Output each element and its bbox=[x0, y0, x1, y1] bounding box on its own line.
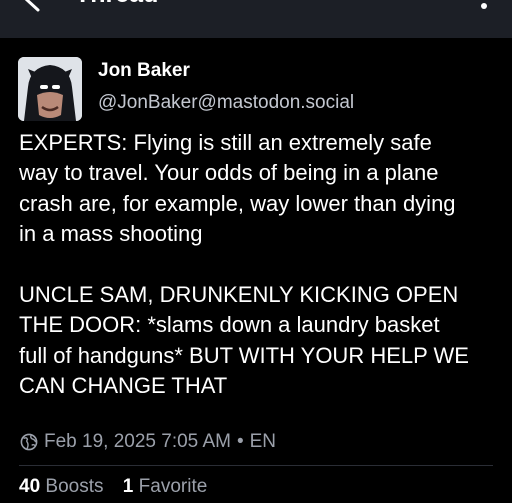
boosts-count: 40 bbox=[19, 476, 41, 497]
globe-icon bbox=[20, 433, 38, 451]
avatar[interactable] bbox=[18, 57, 82, 121]
boosts-link[interactable]: 40 Boosts bbox=[19, 476, 104, 497]
favorites-label: Favorite bbox=[138, 476, 208, 497]
page-title: Thread bbox=[75, 0, 158, 9]
avatar-image bbox=[18, 57, 82, 121]
author-display-name[interactable]: Jon Baker bbox=[98, 60, 190, 82]
post-stats: 40 Boosts 1 Favorite bbox=[19, 476, 207, 498]
favorites-count: 1 bbox=[122, 476, 134, 497]
arrow-left-icon[interactable] bbox=[22, 0, 44, 12]
post-timestamp[interactable]: Feb 19, 2025 7:05 AM bbox=[44, 431, 231, 453]
boosts-label: Boosts bbox=[45, 476, 104, 497]
favorites-link[interactable]: 1 Favorite bbox=[123, 476, 208, 497]
post-text: EXPERTS: Flying is still an extremely sa… bbox=[19, 130, 469, 399]
divider bbox=[19, 465, 493, 466]
author-handle[interactable]: @JonBaker@mastodon.social bbox=[98, 92, 354, 114]
post-language: EN bbox=[249, 431, 277, 452]
meta-separator: • bbox=[236, 431, 244, 452]
more-vertical-icon[interactable] bbox=[478, 0, 490, 12]
post-meta: Feb 19, 2025 7:05 AM • EN bbox=[20, 429, 276, 455]
top-app-bar: Thread bbox=[0, 0, 512, 38]
